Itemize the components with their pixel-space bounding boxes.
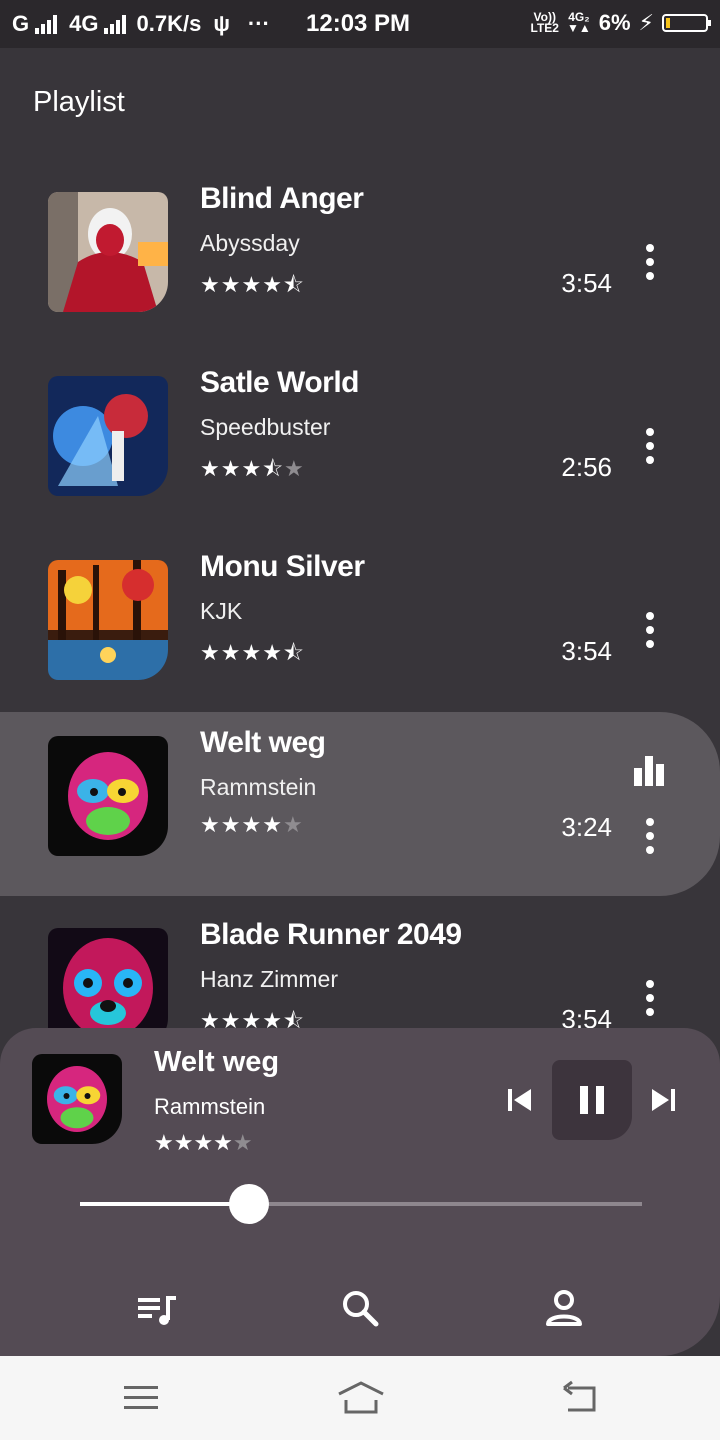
page-title: Playlist	[33, 86, 125, 118]
star-icon: ★	[284, 456, 305, 481]
song-title: Monu Silver	[200, 550, 365, 583]
more-options-icon[interactable]	[640, 818, 660, 854]
song-duration: 2:56	[561, 452, 612, 482]
star-icon: ⯪	[262, 456, 285, 481]
signal-icon-2	[104, 14, 127, 34]
star-icon: ★	[262, 812, 283, 837]
pause-icon	[580, 1086, 604, 1114]
song-row[interactable]: Satle World Speedbuster ★★★⯪★ 2:56	[0, 352, 720, 536]
star-icon: ★	[200, 812, 221, 837]
star-icon: ⯪	[282, 640, 305, 665]
song-title: Welt weg	[200, 726, 326, 759]
song-duration: 3:54	[561, 636, 612, 666]
seek-bar[interactable]	[80, 1184, 642, 1224]
album-cover	[48, 192, 168, 312]
star-icon: ⯪	[282, 272, 305, 297]
network-label: 4G	[69, 11, 99, 36]
song-title: Blind Anger	[200, 182, 364, 215]
battery-icon	[662, 14, 711, 32]
usb-icon: ψ	[213, 11, 230, 36]
song-artist: Rammstein	[200, 774, 317, 800]
song-rating[interactable]: ★★★★★	[200, 812, 304, 838]
star-icon: ★	[220, 640, 242, 665]
volte-icon: Vo)) LTE2	[530, 10, 559, 35]
song-artist: Hanz Zimmer	[200, 966, 339, 992]
album-cover	[48, 560, 168, 680]
charging-icon: ⚡	[638, 10, 654, 35]
song-rating[interactable]: ★★★★⯪	[200, 268, 305, 306]
album-cover	[48, 736, 168, 856]
star-icon: ★	[282, 812, 304, 837]
song-rating[interactable]: ★★★★⯪	[200, 636, 305, 674]
star-icon: ★	[241, 640, 263, 665]
song-row[interactable]: Welt weg Rammstein ★★★★★ 3:24	[0, 712, 720, 896]
now-playing-panel[interactable]: Welt weg Rammstein ★★★★★	[0, 1028, 720, 1356]
song-artist: KJK	[200, 598, 243, 624]
song-duration: 3:54	[561, 268, 612, 298]
menu-icon[interactable]	[122, 1380, 160, 1416]
album-cover	[48, 376, 168, 496]
account-icon[interactable]	[542, 1286, 586, 1330]
star-icon: ★	[241, 456, 263, 481]
next-icon[interactable]	[650, 1086, 678, 1114]
more-options-icon[interactable]	[640, 244, 660, 280]
now-playing-cover[interactable]	[32, 1054, 122, 1144]
pause-button[interactable]	[552, 1060, 632, 1140]
now-playing-artist: Rammstein	[154, 1094, 266, 1119]
more-options-icon[interactable]	[640, 612, 660, 648]
battery-percent: 6%	[598, 10, 631, 35]
seek-progress	[80, 1202, 249, 1206]
star-icon: ★	[220, 272, 242, 297]
star-icon: ★	[200, 272, 221, 297]
song-title: Blade Runner 2049	[200, 918, 462, 951]
more-options-icon[interactable]	[640, 980, 660, 1016]
home-icon[interactable]	[336, 1380, 386, 1416]
star-icon: ★	[241, 812, 263, 837]
song-row[interactable]: Blind Anger Abyssday ★★★★⯪ 3:54	[0, 168, 720, 352]
system-navigation-bar	[0, 1356, 720, 1440]
song-row[interactable]: Monu Silver KJK ★★★★⯪ 3:54	[0, 536, 720, 720]
star-icon: ★	[220, 812, 242, 837]
status-bar: G 4G 0.7K/s ψ ··· 12:03 PM Vo)) LTE2 4G₂ ▼…	[0, 0, 720, 48]
now-playing-title: Welt weg	[154, 1046, 280, 1078]
now-playing-rating[interactable]: ★★★★★	[154, 1130, 253, 1156]
previous-icon[interactable]	[505, 1086, 533, 1114]
star-icon: ★	[241, 272, 263, 297]
song-artist: Abyssday	[200, 230, 300, 256]
song-title: Satle World	[200, 366, 359, 399]
search-icon[interactable]	[338, 1286, 382, 1330]
star-icon: ★	[262, 272, 283, 297]
more-notifications-icon: ···	[247, 11, 270, 36]
seek-thumb[interactable]	[228, 1184, 269, 1224]
song-duration: 3:24	[561, 812, 612, 842]
song-artist: Speedbuster	[200, 414, 331, 440]
star-icon: ★	[200, 640, 221, 665]
now-playing-indicator-icon	[634, 756, 666, 786]
back-icon[interactable]	[560, 1380, 600, 1416]
clock: 12:03 PM	[306, 10, 411, 37]
more-options-icon[interactable]	[640, 428, 660, 464]
song-rating[interactable]: ★★★⯪★	[200, 452, 305, 490]
star-icon: ★	[200, 456, 221, 481]
star-icon: ★	[262, 640, 283, 665]
star-icon: ★	[220, 456, 242, 481]
carrier-label: G	[12, 11, 30, 36]
playlist-icon[interactable]	[136, 1286, 180, 1330]
data-icon: 4G₂ ▼▲	[566, 10, 591, 35]
net-speed: 0.7K/s	[136, 11, 202, 36]
signal-icon	[35, 14, 58, 34]
